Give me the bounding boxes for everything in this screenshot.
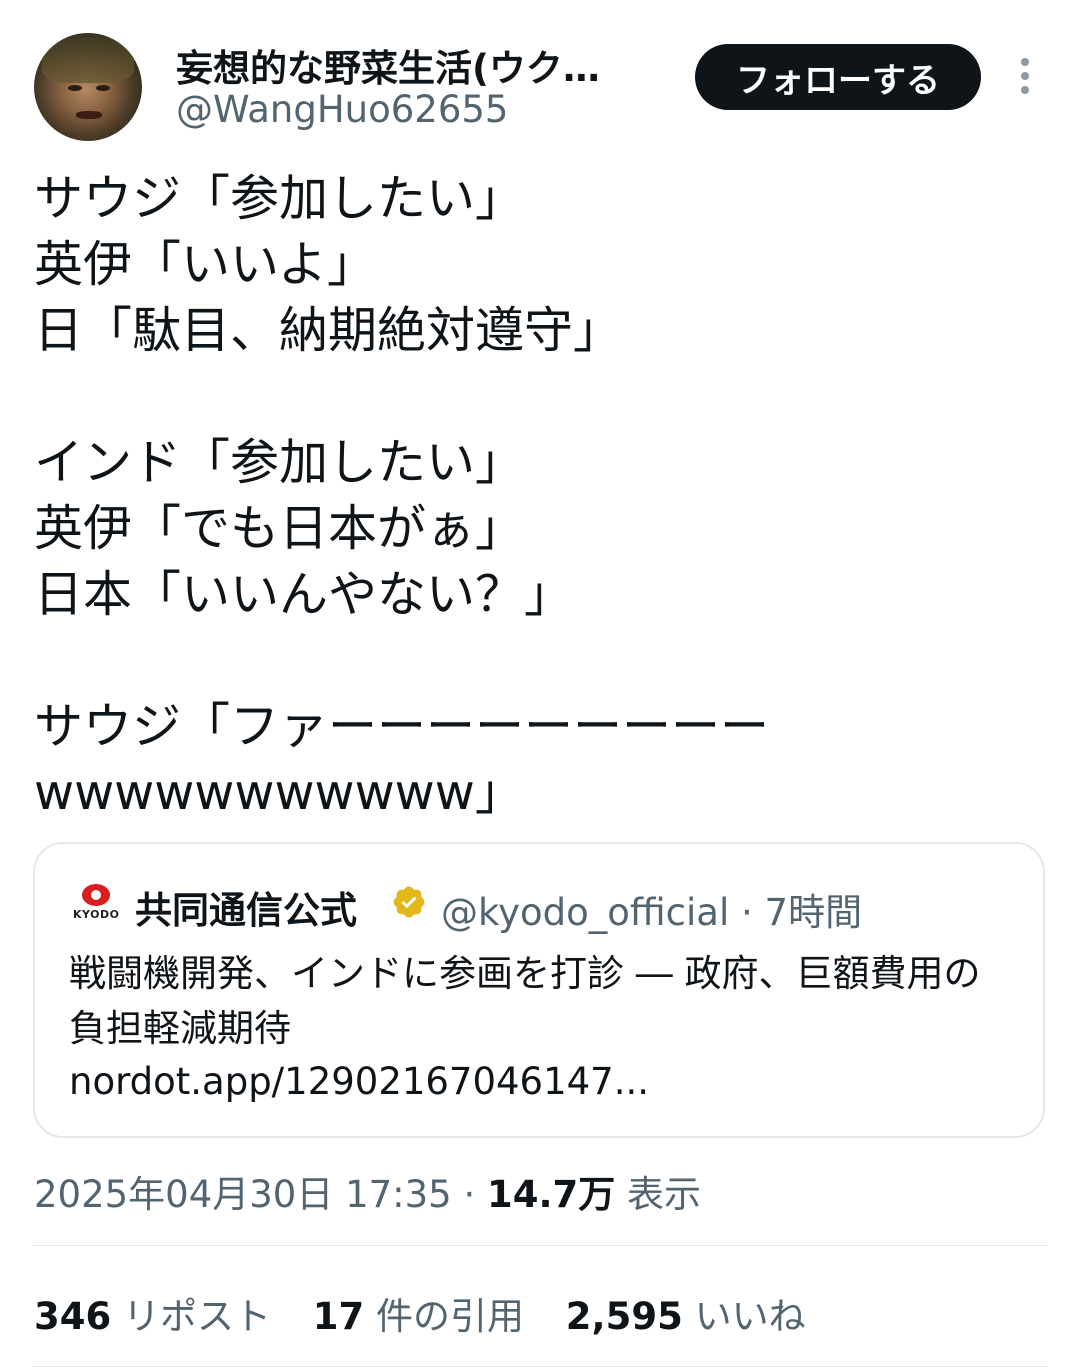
avatar-eye-left [68,85,82,91]
verified-badge-icon [393,886,425,918]
avatar-hair [42,37,134,83]
tweet-line [34,364,1044,430]
tweet-text: サウジ「参加したい」 英伊「いいよ」日「駄目、納期絶対遵守」 インド「参加したい」英… [34,166,1044,826]
avatar-eye-right [96,85,110,91]
tweet-line: インド「参加したい」 [34,434,525,491]
likes-stat[interactable]: 2,595 いいね [566,1295,806,1338]
divider [33,1245,1047,1246]
author-avatar[interactable] [34,33,142,141]
tweet-line: 日「駄目、納期絶対遵守」 [34,302,623,359]
author-handle[interactable]: @WangHuo62655 [176,88,508,131]
quoted-tweet[interactable]: KYODO 共同通信公式 @kyodo_official · 7時間 戦闘機開発… [33,842,1045,1138]
tweet-line: wwwwwwwwwww」 [34,764,524,821]
more-options-icon[interactable] [1016,58,1034,98]
author-display-name[interactable]: 妄想的な野菜生活(ウク… [176,38,600,92]
tweet-line [34,628,1044,694]
tweet-line: 日本「いいんやない？」 [34,566,574,623]
tweet-line: サウジ「参加したい」 [34,170,525,227]
kyodo-logo-icon: KYODO [73,884,119,924]
quoted-link[interactable]: nordot.app/12902167046147... [69,1060,649,1103]
view-count: 14.7万 [487,1173,616,1216]
kyodo-logo-text: KYODO [73,908,120,921]
view-label: 表示 [615,1173,702,1216]
tweet-line: 英伊「いいよ」 [34,236,377,293]
quoted-handle-time: @kyodo_official · 7時間 [441,891,863,934]
tweet-line: 英伊「でも日本がぁ」 [34,500,525,557]
reposts-stat[interactable]: 346 リポスト [34,1295,271,1338]
engagement-stats: 346 リポスト 17 件の引用 2,595 いいね [34,1286,806,1340]
timestamp[interactable]: 2025年04月30日 17:35 · [34,1173,487,1216]
divider [33,1366,1047,1367]
follow-button[interactable]: フォローする [695,44,981,110]
quoted-author-name: 共同通信公式 [135,889,357,932]
quoted-text: 戦闘機開発、インドに参画を打診 ― 政府、巨額費用の負担軽減期待 [69,952,981,1050]
avatar-mouth [76,111,102,119]
quotes-stat[interactable]: 17 件の引用 [313,1295,524,1338]
tweet-meta: 2025年04月30日 17:35 · 14.7万 表示 [34,1164,701,1218]
tweet-line: サウジ「ファーーーーーーーーー [34,698,770,755]
